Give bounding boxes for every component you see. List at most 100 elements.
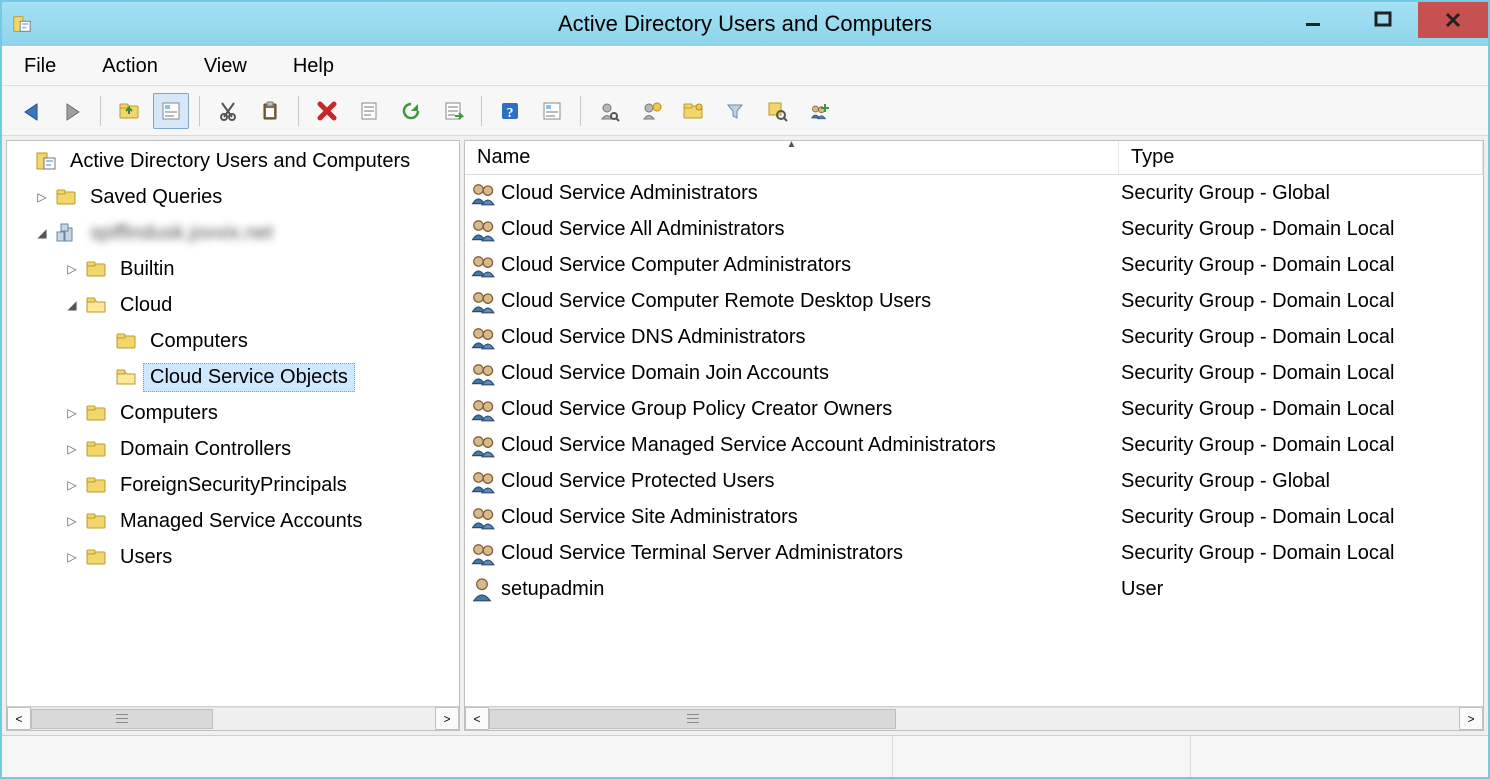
column-header-type[interactable]: Type (1119, 141, 1483, 174)
menubar: File Action View Help (2, 46, 1488, 86)
group-icon (469, 324, 495, 350)
expander-icon[interactable]: ◢ (63, 296, 81, 314)
list-hscrollbar[interactable]: < > (465, 706, 1483, 730)
tree-fsp[interactable]: ▷ ForeignSecurityPrincipals (7, 467, 459, 503)
folder-icon (55, 186, 77, 208)
tree-label-domain: spiffindusk.jovvix.net (83, 219, 280, 248)
expander-icon[interactable]: ▷ (63, 512, 81, 530)
menu-file[interactable]: File (16, 51, 64, 82)
list-item-name: setupadmin (501, 578, 1121, 601)
expander-icon[interactable]: ▷ (63, 404, 81, 422)
tree-users[interactable]: ▷ Users (7, 539, 459, 575)
tree-domain[interactable]: ◢ spiffindusk.jovvix.net (7, 215, 459, 251)
toolbar-separator (481, 96, 482, 126)
menu-view[interactable]: View (196, 51, 255, 82)
group-icon (469, 180, 495, 206)
nav-back-button[interactable] (12, 93, 48, 129)
refresh-button[interactable] (393, 93, 429, 129)
tree-cloud-computers[interactable]: Computers (7, 323, 459, 359)
tree-msa[interactable]: ▷ Managed Service Accounts (7, 503, 459, 539)
nav-forward-button[interactable] (54, 93, 90, 129)
cut-button[interactable] (210, 93, 246, 129)
scroll-track[interactable] (489, 707, 1459, 730)
main-split: Active Directory Users and Computers ▷ S… (2, 136, 1488, 735)
scroll-left-icon[interactable]: < (465, 707, 489, 730)
up-one-level-button[interactable] (111, 93, 147, 129)
scroll-right-icon[interactable]: > (435, 707, 459, 730)
tree-computers[interactable]: ▷ Computers (7, 395, 459, 431)
folder-open-icon (85, 294, 107, 316)
column-header-name[interactable]: Name ▲ (465, 141, 1119, 174)
tree-hscrollbar[interactable]: < > (7, 706, 459, 730)
expander-icon[interactable] (93, 332, 111, 350)
folder-icon (85, 258, 107, 280)
expander-icon[interactable] (13, 152, 31, 170)
minimize-button[interactable] (1278, 2, 1348, 38)
properties-button[interactable] (351, 93, 387, 129)
expander-icon[interactable] (93, 368, 111, 386)
scroll-thumb[interactable] (489, 709, 896, 729)
expander-icon[interactable]: ▷ (63, 260, 81, 278)
window-title: Active Directory Users and Computers (2, 11, 1488, 37)
list-item[interactable]: Cloud Service AdministratorsSecurity Gro… (465, 175, 1483, 211)
scroll-track[interactable] (31, 707, 435, 730)
export-list-button[interactable] (435, 93, 471, 129)
new-user-button[interactable] (633, 93, 669, 129)
titlebar[interactable]: Active Directory Users and Computers (2, 2, 1488, 46)
search-button[interactable] (759, 93, 795, 129)
scroll-left-icon[interactable]: < (7, 707, 31, 730)
help-button[interactable] (492, 93, 528, 129)
tree-cloud-service-objects[interactable]: Cloud Service Objects (7, 359, 459, 395)
scroll-thumb[interactable] (31, 709, 213, 729)
toolbar-separator (580, 96, 581, 126)
list-item[interactable]: Cloud Service Managed Service Account Ad… (465, 427, 1483, 463)
list-item[interactable]: Cloud Service Computer Remote Desktop Us… (465, 283, 1483, 319)
delete-button[interactable] (309, 93, 345, 129)
folder-open-icon (115, 366, 137, 388)
menu-help[interactable]: Help (285, 51, 342, 82)
list-body[interactable]: Cloud Service AdministratorsSecurity Gro… (465, 175, 1483, 706)
expander-icon[interactable]: ▷ (63, 440, 81, 458)
expander-icon[interactable]: ◢ (33, 224, 51, 242)
list-item[interactable]: setupadminUser (465, 571, 1483, 607)
menu-action[interactable]: Action (94, 51, 166, 82)
list-item[interactable]: Cloud Service Protected UsersSecurity Gr… (465, 463, 1483, 499)
expander-icon[interactable]: ▷ (63, 548, 81, 566)
list-item[interactable]: Cloud Service Site AdministratorsSecurit… (465, 499, 1483, 535)
list-item[interactable]: Cloud Service Domain Join AccountsSecuri… (465, 355, 1483, 391)
show-hide-tree-button[interactable] (153, 93, 189, 129)
list-item-type: Security Group - Domain Local (1121, 542, 1394, 565)
paste-button[interactable] (252, 93, 288, 129)
toolbar-separator (199, 96, 200, 126)
scroll-right-icon[interactable]: > (1459, 707, 1483, 730)
list-item[interactable]: Cloud Service All AdministratorsSecurity… (465, 211, 1483, 247)
list-item[interactable]: Cloud Service Terminal Server Administra… (465, 535, 1483, 571)
expander-icon[interactable]: ▷ (63, 476, 81, 494)
expander-icon[interactable]: ▷ (33, 188, 51, 206)
filter-options-button[interactable] (534, 93, 570, 129)
new-group-button[interactable] (675, 93, 711, 129)
find-objects-button[interactable] (591, 93, 627, 129)
tree-builtin[interactable]: ▷ Builtin (7, 251, 459, 287)
folder-icon (85, 438, 107, 460)
tree-root[interactable]: Active Directory Users and Computers (7, 143, 459, 179)
close-button[interactable] (1418, 2, 1488, 38)
folder-icon (115, 330, 137, 352)
tree-domain-controllers[interactable]: ▷ Domain Controllers (7, 431, 459, 467)
folder-icon (85, 402, 107, 424)
tree-saved-queries[interactable]: ▷ Saved Queries (7, 179, 459, 215)
tree-cloud[interactable]: ◢ Cloud (7, 287, 459, 323)
list-item-type: Security Group - Domain Local (1121, 218, 1394, 241)
group-icon (469, 360, 495, 386)
filter-button[interactable] (717, 93, 753, 129)
list-item[interactable]: Cloud Service Computer AdministratorsSec… (465, 247, 1483, 283)
list-item[interactable]: Cloud Service Group Policy Creator Owner… (465, 391, 1483, 427)
list-item-name: Cloud Service Computer Remote Desktop Us… (501, 290, 1121, 313)
tree[interactable]: Active Directory Users and Computers ▷ S… (7, 141, 459, 706)
window-controls (1278, 2, 1488, 46)
list-item-type: Security Group - Domain Local (1121, 506, 1394, 529)
list-item-name: Cloud Service Terminal Server Administra… (501, 542, 1121, 565)
maximize-button[interactable] (1348, 2, 1418, 38)
list-item[interactable]: Cloud Service DNS AdministratorsSecurity… (465, 319, 1483, 355)
add-to-group-button[interactable] (801, 93, 837, 129)
